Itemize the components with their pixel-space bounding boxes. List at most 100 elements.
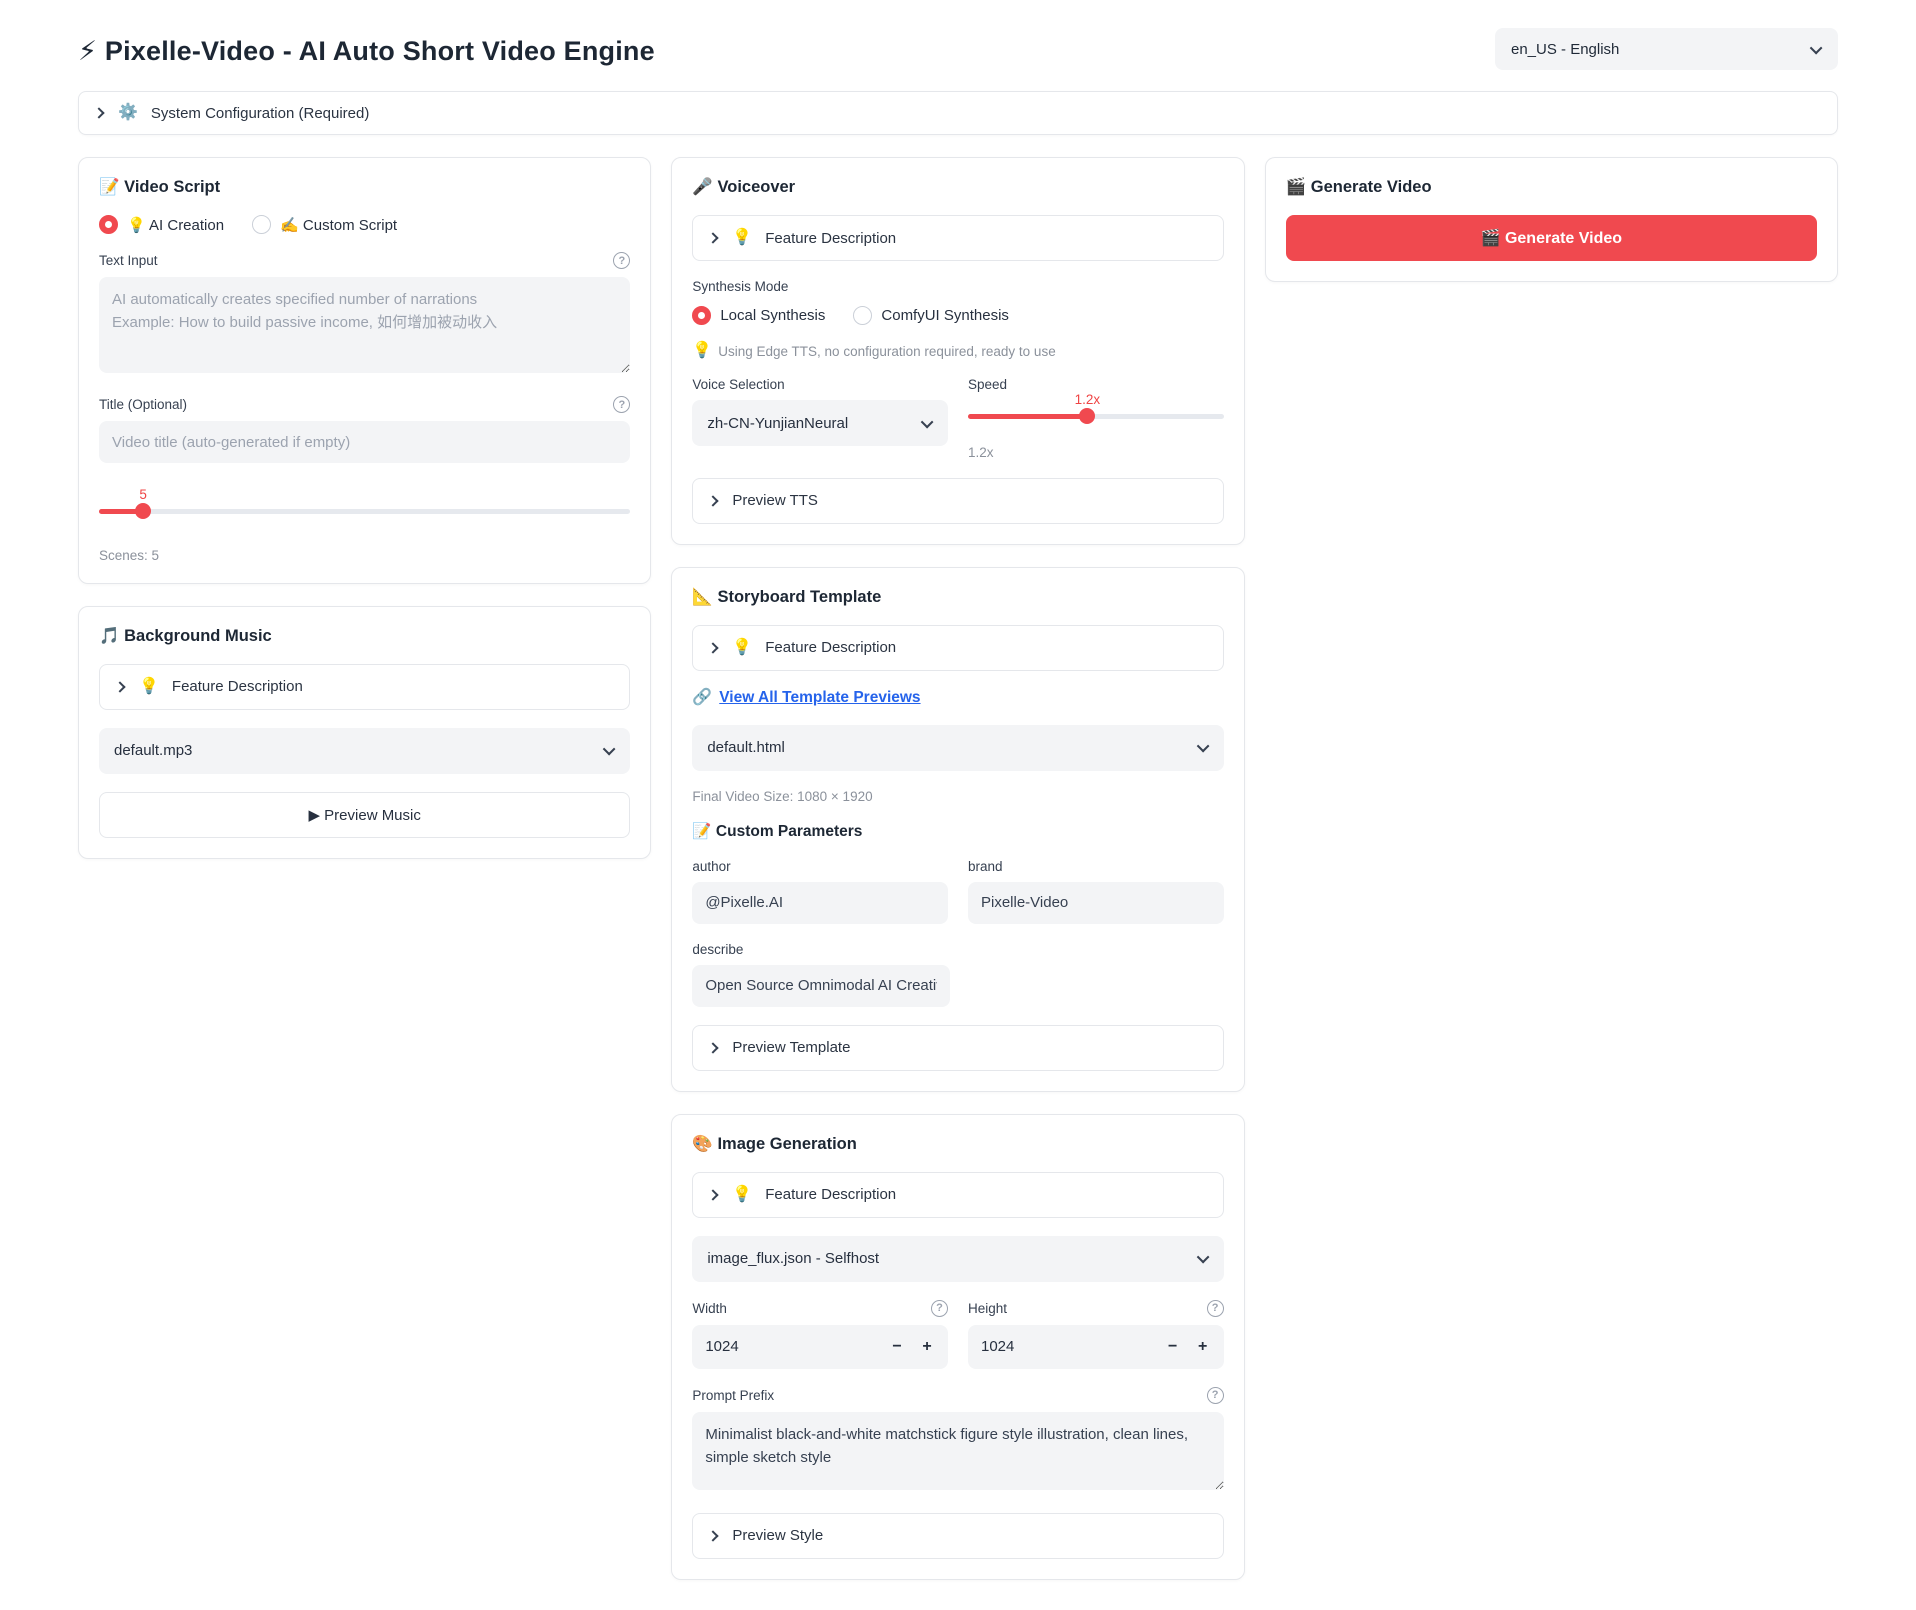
chevron-right-icon xyxy=(708,642,719,653)
template-dropdown-value: default.html xyxy=(707,739,785,756)
generate-video-title: 🎬 Generate Video xyxy=(1286,178,1817,197)
script-mode-radio-group: 💡 AI Creation ✍️ Custom Script xyxy=(99,215,630,234)
scenes-slider[interactable]: 5 xyxy=(99,487,630,514)
voiceover-feature-description-accordion[interactable]: 💡 Feature Description xyxy=(692,215,1223,261)
background-music-title: 🎵 Background Music xyxy=(99,627,630,646)
feature-description-label: Feature Description xyxy=(765,639,896,656)
title-optional-label: Title (Optional) xyxy=(99,397,187,412)
voiceover-title: 🎤 Voiceover xyxy=(692,178,1223,197)
brand-input[interactable] xyxy=(968,882,1224,924)
preview-template-accordion[interactable]: Preview Template xyxy=(692,1025,1223,1071)
brand-label: brand xyxy=(968,859,1224,874)
title-block: Title (Optional) ? xyxy=(99,396,630,463)
tts-hint: 💡 Using Edge TTS, no configuration requi… xyxy=(692,343,1223,359)
template-dropdown[interactable]: default.html xyxy=(692,725,1223,771)
radio-ai-creation-label: 💡 AI Creation xyxy=(127,216,224,234)
slider-track[interactable] xyxy=(99,509,630,514)
chevron-right-icon xyxy=(93,107,104,118)
prompt-prefix-textarea[interactable]: Minimalist black-and-white matchstick fi… xyxy=(692,1412,1223,1490)
width-increment-button[interactable]: + xyxy=(912,1330,942,1364)
music-file-dropdown[interactable]: default.mp3 xyxy=(99,728,630,774)
voice-selection-block: Voice Selection zh-CN-YunjianNeural xyxy=(692,377,948,460)
generate-video-card: 🎬 Generate Video 🎬 Generate Video xyxy=(1265,157,1838,282)
script-text-input[interactable] xyxy=(99,277,630,373)
voiceover-card: 🎤 Voiceover 💡 Feature Description Synthe… xyxy=(671,157,1244,545)
author-brand-row: author brand xyxy=(692,859,1223,924)
brand-block: brand xyxy=(968,859,1224,924)
prompt-prefix-label: Prompt Prefix xyxy=(692,1388,774,1403)
speed-slider[interactable]: 1.2x xyxy=(968,392,1224,419)
bulb-icon: 💡 xyxy=(732,640,752,656)
generate-video-button[interactable]: 🎬 Generate Video xyxy=(1286,215,1817,261)
feature-description-label: Feature Description xyxy=(765,1186,896,1203)
height-value[interactable]: 1024 xyxy=(981,1338,1158,1355)
height-increment-button[interactable]: + xyxy=(1188,1330,1218,1364)
slider-track[interactable] xyxy=(968,414,1224,419)
slider-fill xyxy=(968,414,1087,419)
height-decrement-button[interactable]: − xyxy=(1158,1330,1188,1364)
storyboard-template-card: 📐 Storyboard Template 💡 Feature Descript… xyxy=(671,567,1244,1092)
language-dropdown[interactable]: en_US - English xyxy=(1495,28,1838,70)
author-label: author xyxy=(692,859,948,874)
voice-dropdown[interactable]: zh-CN-YunjianNeural xyxy=(692,400,948,446)
help-icon[interactable]: ? xyxy=(1207,1387,1224,1404)
bulb-icon: 💡 xyxy=(139,679,159,695)
storyboard-feature-description-accordion[interactable]: 💡 Feature Description xyxy=(692,625,1223,671)
chevron-down-icon xyxy=(1196,1251,1209,1264)
image-generation-card: 🎨 Image Generation 💡 Feature Description… xyxy=(671,1114,1244,1580)
chevron-down-icon xyxy=(1196,740,1209,753)
describe-input[interactable] xyxy=(692,965,950,1007)
chevron-right-icon xyxy=(708,495,719,506)
slider-thumb[interactable] xyxy=(1079,408,1095,424)
help-icon[interactable]: ? xyxy=(613,396,630,413)
text-input-block: Text Input ? xyxy=(99,252,630,378)
preview-style-label: Preview Style xyxy=(732,1527,823,1544)
link-icon: 🔗 xyxy=(692,690,712,706)
slider-thumb[interactable] xyxy=(135,503,151,519)
radio-comfyui-synthesis[interactable]: ComfyUI Synthesis xyxy=(853,306,1009,325)
music-file-value: default.mp3 xyxy=(114,742,192,759)
author-input[interactable] xyxy=(692,882,948,924)
scenes-caption: Scenes: 5 xyxy=(99,548,630,563)
music-feature-description-accordion[interactable]: 💡 Feature Description xyxy=(99,664,630,710)
image-feature-description-accordion[interactable]: 💡 Feature Description xyxy=(692,1172,1223,1218)
help-icon[interactable]: ? xyxy=(931,1300,948,1317)
width-decrement-button[interactable]: − xyxy=(882,1330,912,1364)
scenes-slider-value: 5 xyxy=(139,487,147,502)
language-dropdown-value: en_US - English xyxy=(1511,41,1619,58)
radio-comfyui-synthesis-label: ComfyUI Synthesis xyxy=(881,307,1009,324)
voice-dropdown-value: zh-CN-YunjianNeural xyxy=(707,415,848,432)
custom-parameters-title: 📝 Custom Parameters xyxy=(692,822,1223,841)
help-icon[interactable]: ? xyxy=(613,252,630,269)
image-generation-title: 🎨 Image Generation xyxy=(692,1135,1223,1154)
radio-selected-icon xyxy=(99,215,118,234)
speed-caption: 1.2x xyxy=(968,445,1224,460)
width-block: Width ? 1024 − + xyxy=(692,1300,948,1369)
system-configuration-label: System Configuration (Required) xyxy=(151,105,369,122)
radio-custom-script-label: ✍️ Custom Script xyxy=(280,216,397,234)
speed-label: Speed xyxy=(968,377,1224,392)
preview-tts-accordion[interactable]: Preview TTS xyxy=(692,478,1223,524)
chevron-down-icon xyxy=(921,415,934,428)
video-title-input[interactable] xyxy=(99,421,630,463)
speed-block: Speed 1.2x 1.2x xyxy=(968,377,1224,460)
system-configuration-accordion[interactable]: ⚙️ System Configuration (Required) xyxy=(78,91,1838,135)
radio-local-synthesis[interactable]: Local Synthesis xyxy=(692,306,825,325)
chevron-down-icon xyxy=(603,743,616,756)
bulb-icon: 💡 xyxy=(732,1187,752,1203)
synthesis-mode-radio-group: Local Synthesis ComfyUI Synthesis xyxy=(692,306,1223,325)
preview-style-accordion[interactable]: Preview Style xyxy=(692,1513,1223,1559)
radio-custom-script[interactable]: ✍️ Custom Script xyxy=(252,215,397,234)
workflow-dropdown[interactable]: image_flux.json - Selfhost xyxy=(692,1236,1223,1282)
prompt-prefix-block: Prompt Prefix ? Minimalist black-and-whi… xyxy=(692,1387,1223,1495)
storyboard-title: 📐 Storyboard Template xyxy=(692,588,1223,607)
preview-music-button[interactable]: ▶ Preview Music xyxy=(99,792,630,838)
synthesis-mode-block: Synthesis Mode Local Synthesis ComfyUI S… xyxy=(692,279,1223,325)
help-icon[interactable]: ? xyxy=(1207,1300,1224,1317)
radio-local-synthesis-label: Local Synthesis xyxy=(720,307,825,324)
view-all-template-previews-link[interactable]: View All Template Previews xyxy=(719,689,920,707)
radio-ai-creation[interactable]: 💡 AI Creation xyxy=(99,215,224,234)
width-value[interactable]: 1024 xyxy=(705,1338,882,1355)
height-label: Height xyxy=(968,1301,1007,1316)
background-music-card: 🎵 Background Music 💡 Feature Description… xyxy=(78,606,651,859)
